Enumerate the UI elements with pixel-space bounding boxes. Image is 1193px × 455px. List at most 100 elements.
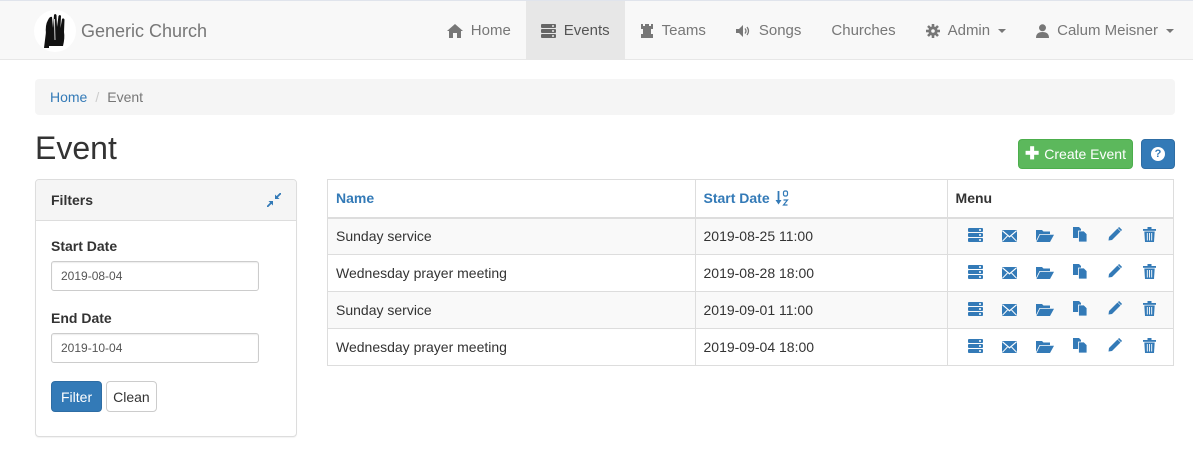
cell-menu (946, 254, 1175, 292)
pencil-icon[interactable] (1099, 264, 1130, 279)
table-row: Sunday service 2019-09-01 11:00 (327, 291, 1175, 329)
create-event-label: Create Event (1044, 146, 1126, 162)
event-name: Sunday service (336, 302, 432, 318)
main-nav: Home Events Teams Songs Churches Admin C… (432, 1, 1189, 60)
question-icon: ? (1151, 147, 1165, 161)
cell-name: Sunday service (327, 217, 696, 255)
cell-name: Wednesday prayer meeting (327, 254, 696, 292)
chevron-down-icon (998, 28, 1007, 33)
table-row: Wednesday prayer meeting 2019-08-28 18:0… (327, 254, 1175, 292)
trash-icon[interactable] (1134, 338, 1165, 353)
trash-icon[interactable] (1134, 227, 1165, 243)
brand[interactable]: Generic Church (34, 9, 207, 53)
event-start-date: 2019-09-01 11:00 (703, 302, 814, 318)
events-table: Name Start Date Menu Sunday service 2019… (327, 179, 1175, 366)
nav-churches[interactable]: Churches (816, 1, 910, 60)
cell-menu (946, 328, 1175, 366)
cell-start-date: 2019-09-04 18:00 (694, 328, 948, 366)
home-icon (446, 23, 463, 38)
filters-panel-body: Start Date End Date Filter Clean (36, 221, 296, 412)
tasks-icon[interactable] (960, 302, 991, 316)
tower-icon (640, 23, 654, 38)
envelope-icon[interactable] (994, 341, 1025, 353)
breadcrumb: Home / Event (35, 79, 1175, 115)
nav-churches-label: Churches (831, 22, 896, 39)
start-date-header-label: Start Date (703, 190, 770, 207)
column-header-menu: Menu (946, 179, 1175, 219)
copy-icon[interactable] (1064, 227, 1095, 243)
tasks-icon[interactable] (960, 339, 991, 353)
folder-open-icon[interactable] (1029, 229, 1060, 243)
brand-name: Generic Church (81, 20, 208, 41)
sort-by-name-link[interactable]: Name (336, 190, 374, 206)
server-icon (540, 23, 556, 38)
nav-events[interactable]: Events (525, 1, 625, 60)
filters-panel: Filters Start Date End Date Filter Clean (35, 179, 297, 437)
copy-icon[interactable] (1064, 338, 1095, 353)
folder-open-icon[interactable] (1029, 266, 1060, 279)
page-title: Event (35, 130, 117, 166)
tasks-icon[interactable] (960, 265, 991, 279)
nav-user-label: Calum Meisner (1057, 22, 1158, 39)
filters-panel-heading: Filters (36, 180, 296, 221)
chevron-down-icon (1166, 28, 1174, 33)
table-header-row: Name Start Date Menu (327, 179, 1175, 219)
trash-icon[interactable] (1134, 301, 1165, 316)
nav-teams[interactable]: Teams (625, 1, 721, 60)
folder-open-icon[interactable] (1029, 340, 1060, 353)
column-header-name[interactable]: Name (327, 179, 696, 219)
navbar: Generic Church Home Events Teams Songs C… (0, 0, 1193, 60)
collapse-icon[interactable] (267, 193, 281, 207)
breadcrumb-current: Event (107, 89, 144, 105)
breadcrumb-home[interactable]: Home (50, 89, 87, 105)
event-name: Wednesday prayer meeting (336, 265, 507, 281)
help-button[interactable]: ? (1141, 139, 1175, 169)
nav-admin[interactable]: Admin (911, 1, 1022, 60)
clean-button[interactable]: Clean (106, 381, 157, 412)
start-date-input[interactable] (51, 261, 259, 291)
nav-songs-label: Songs (758, 22, 802, 39)
plus-icon: ✚ (1025, 144, 1040, 163)
pencil-icon[interactable] (1099, 338, 1130, 353)
cell-start-date: 2019-08-28 18:00 (694, 254, 948, 292)
nav-teams-label: Teams (661, 22, 706, 39)
nav-songs[interactable]: Songs (721, 1, 817, 60)
nav-home-label: Home (470, 22, 511, 39)
folder-open-icon[interactable] (1029, 303, 1060, 316)
nav-home[interactable]: Home (432, 1, 526, 60)
envelope-icon[interactable] (994, 304, 1025, 316)
copy-icon[interactable] (1064, 301, 1095, 316)
cell-name: Wednesday prayer meeting (327, 328, 696, 366)
copy-icon[interactable] (1064, 264, 1095, 279)
table-body: Sunday service 2019-08-25 11:00 Wednesda… (327, 217, 1175, 366)
cell-menu (946, 291, 1175, 329)
pencil-icon[interactable] (1099, 301, 1130, 316)
nav-admin-label: Admin (947, 22, 991, 39)
sort-ascending-icon (775, 190, 789, 206)
end-date-label: End Date (51, 310, 112, 326)
start-date-label: Start Date (51, 238, 118, 254)
column-header-start-date[interactable]: Start Date (694, 179, 948, 219)
end-date-input[interactable] (51, 333, 259, 363)
table-row: Sunday service 2019-08-25 11:00 (327, 217, 1175, 255)
trash-icon[interactable] (1134, 264, 1165, 279)
praying-hands-logo (34, 10, 76, 52)
breadcrumb-separator: / (95, 89, 100, 105)
pencil-icon[interactable] (1099, 227, 1130, 242)
filter-buttons: Filter Clean (51, 381, 281, 412)
cog-icon (925, 23, 940, 38)
envelope-icon[interactable] (994, 267, 1025, 279)
event-name: Wednesday prayer meeting (336, 339, 507, 355)
sort-by-start-date-link[interactable]: Start Date (704, 190, 789, 206)
table-row: Wednesday prayer meeting 2019-09-04 18:0… (327, 328, 1175, 366)
volume-icon (735, 24, 751, 37)
create-event-button[interactable]: ✚ Create Event (1018, 139, 1133, 169)
event-start-date: 2019-08-25 11:00 (703, 228, 814, 245)
event-start-date: 2019-09-04 18:00 (703, 339, 815, 355)
filters-title: Filters (51, 192, 94, 208)
envelope-icon[interactable] (994, 230, 1025, 243)
event-name: Sunday service (336, 228, 432, 245)
filter-button[interactable]: Filter (51, 381, 103, 412)
tasks-icon[interactable] (960, 228, 991, 243)
nav-user[interactable]: Calum Meisner (1021, 1, 1189, 60)
